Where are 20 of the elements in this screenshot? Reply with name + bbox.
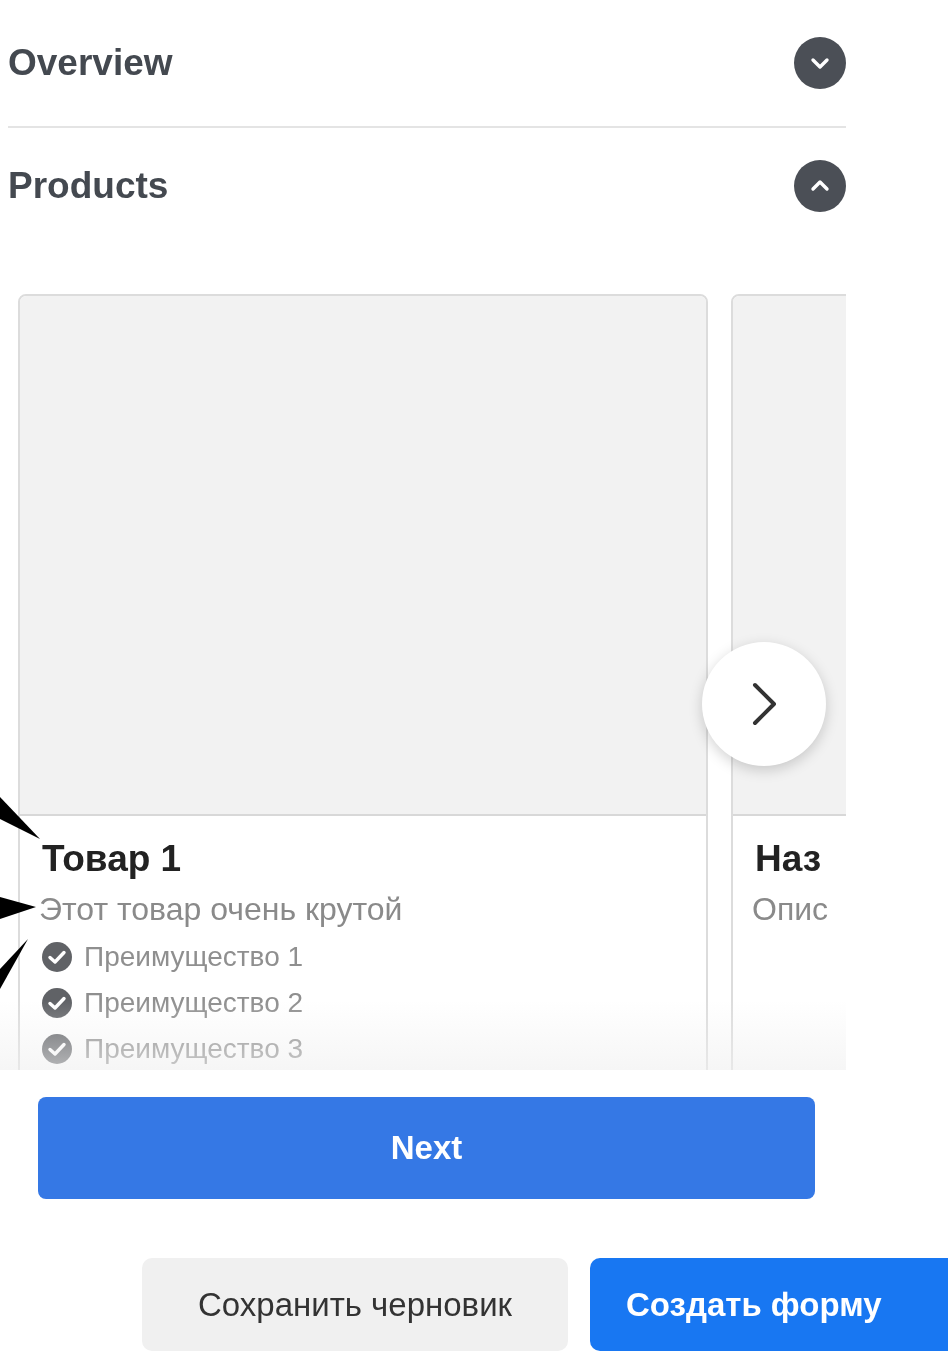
pointer-arrow [0,939,28,989]
save-draft-button[interactable]: Сохранить черновик [142,1258,568,1351]
product-title: Наз [755,837,823,881]
section-title: Overview [8,42,173,84]
benefit-text: Преимущество 2 [84,987,304,1019]
collapse-button[interactable] [794,160,846,212]
create-form-button[interactable]: Создать форму [590,1258,948,1351]
pointer-arrow [0,797,40,839]
check-icon [42,942,72,972]
product-title: Товар 1 [42,837,183,881]
check-icon [42,988,72,1018]
product-description: Опис [752,890,830,929]
pointer-arrow [0,897,36,919]
section-title: Products [8,165,169,207]
next-button[interactable]: Next [38,1097,815,1199]
expand-button[interactable] [794,37,846,89]
benefit-text: Преимущество 3 [84,1033,304,1065]
check-icon [42,1034,72,1064]
product-description: Этот товар очень крутой [39,890,404,929]
benefit-text: Преимущество 1 [84,941,304,973]
